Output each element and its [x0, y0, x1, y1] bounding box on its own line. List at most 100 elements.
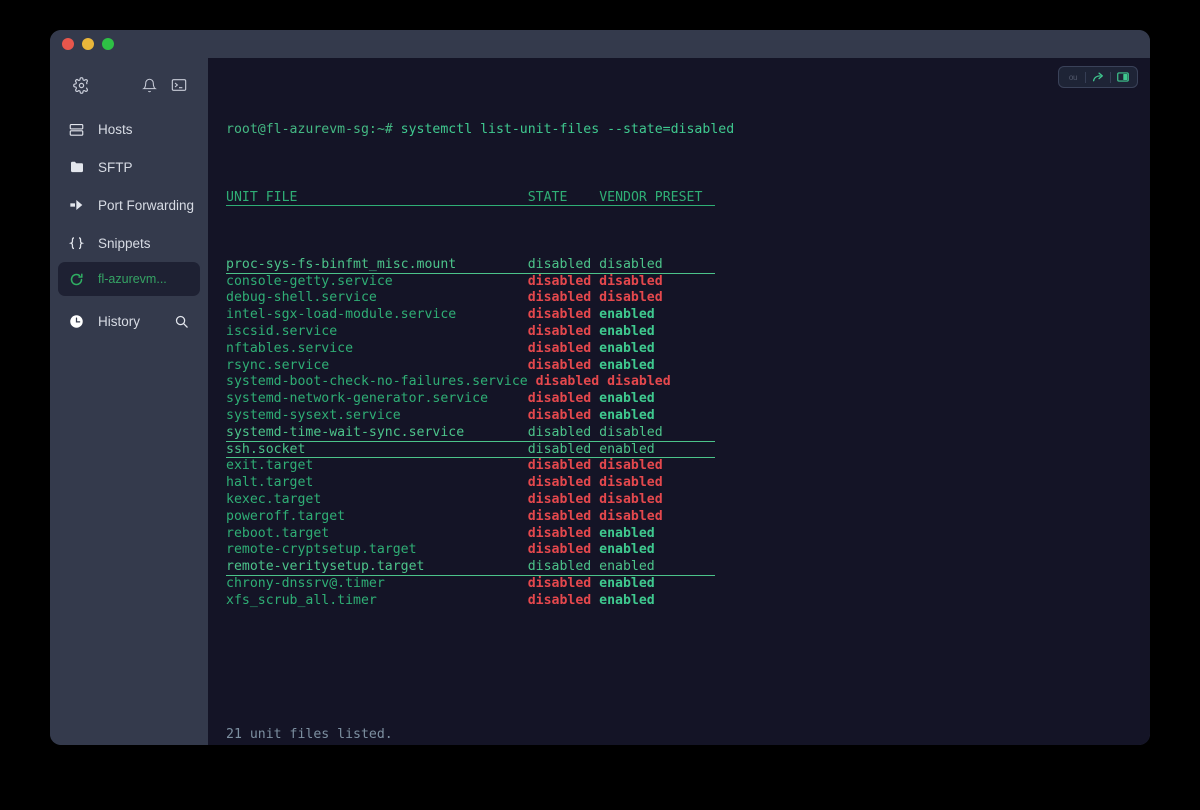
unit-file-name: systemd-time-wait-sync.service: [226, 424, 528, 440]
unit-file-row[interactable]: halt.target disabled disabled: [226, 475, 1150, 492]
unit-state: disabled: [527, 458, 600, 474]
sidebar-item-label: Port Forwarding: [98, 197, 195, 213]
unit-file-row[interactable]: chrony-dnssrv@.timer disabled enabled: [226, 576, 1150, 593]
unit-state: disabled: [527, 256, 600, 272]
terminal-output: root@fl-azurevm-sg:~# systemctl list-uni…: [226, 72, 1150, 745]
port-forward-arrow-icon: [68, 197, 85, 213]
share-arrow-icon[interactable]: [1088, 69, 1108, 86]
unit-file-row[interactable]: exit.target disabled disabled: [226, 458, 1150, 475]
minimize-window-button[interactable]: [82, 38, 94, 50]
unit-file-row[interactable]: rsync.service disabled enabled: [226, 358, 1150, 375]
unit-state: disabled: [527, 357, 600, 373]
unit-state: disabled: [527, 391, 600, 407]
shell-command: systemctl list-unit-files --state=disabl…: [392, 122, 735, 138]
unit-file-rows: proc-sys-fs-binfmt_misc.mount disabled d…: [226, 257, 1150, 610]
unit-file-row[interactable]: ssh.socket disabled enabled: [226, 442, 715, 459]
unit-file-row[interactable]: debug-shell.service disabled disabled: [226, 290, 1150, 307]
unit-state: disabled: [527, 340, 600, 356]
unit-state: disabled: [527, 475, 600, 491]
shell-prompt: root@fl-azurevm-sg:~#: [226, 122, 393, 138]
unit-state: disabled: [527, 592, 600, 608]
unit-file-name: kexec.target: [226, 491, 528, 507]
header-pad: [567, 190, 599, 205]
unit-state: disabled: [527, 491, 600, 507]
col-header-state: STATE: [527, 189, 568, 205]
toolbar-divider: [1085, 71, 1086, 83]
unit-file-row[interactable]: kexec.target disabled disabled: [226, 492, 1150, 509]
terminal-command-line: root@fl-azurevm-sg:~# systemctl list-uni…: [226, 122, 1150, 139]
unit-vendor-preset: disabled: [599, 256, 663, 272]
unit-state: disabled: [527, 273, 600, 289]
unit-file-name: exit.target: [226, 458, 528, 474]
unit-file-row[interactable]: systemd-time-wait-sync.service disabled …: [226, 425, 715, 442]
sidebar-item-active-session[interactable]: fl-azurevm...: [58, 262, 200, 296]
settings-gear-icon[interactable]: [70, 74, 92, 96]
folder-icon: [68, 159, 85, 175]
unit-vendor-preset: enabled: [599, 575, 655, 591]
sidebar-item-history[interactable]: History: [58, 302, 200, 340]
unit-file-row[interactable]: console-getty.service disabled disabled: [226, 274, 1150, 291]
server-rack-icon: [68, 122, 85, 137]
unit-file-row[interactable]: iscsid.service disabled enabled: [226, 324, 1150, 341]
unit-file-name: remote-veritysetup.target: [226, 559, 528, 575]
unit-file-row[interactable]: nftables.service disabled enabled: [226, 341, 1150, 358]
unit-file-row[interactable]: xfs_scrub_all.timer disabled enabled: [226, 593, 1150, 610]
terminal-pane[interactable]: ou root@fl-azurevm-sg:~# systemctl list-…: [208, 58, 1150, 745]
unit-state: disabled: [527, 307, 600, 323]
unit-file-name: proc-sys-fs-binfmt_misc.mount: [226, 256, 528, 272]
sidebar-item-label: History: [98, 313, 141, 329]
connection-refresh-icon: [68, 272, 85, 287]
stats-icon[interactable]: ou: [1063, 69, 1083, 86]
clock-icon: [68, 314, 85, 329]
unit-file-row[interactable]: proc-sys-fs-binfmt_misc.mount disabled d…: [226, 257, 715, 274]
unit-vendor-preset: enabled: [599, 407, 655, 423]
unit-file-name: reboot.target: [226, 525, 528, 541]
sidebar-item-hosts[interactable]: Hosts: [58, 110, 200, 148]
new-terminal-icon[interactable]: [168, 74, 190, 96]
unit-file-row[interactable]: systemd-sysext.service disabled enabled: [226, 408, 1150, 425]
split-pane-icon[interactable]: [1113, 69, 1133, 86]
unit-vendor-preset: enabled: [599, 357, 655, 373]
unit-file-name: iscsid.service: [226, 323, 528, 339]
sidebar-item-port-forwarding[interactable]: Port Forwarding: [58, 186, 200, 224]
maximize-window-button[interactable]: [102, 38, 114, 50]
unit-state: disabled: [527, 441, 600, 457]
unit-file-name: halt.target: [226, 475, 528, 491]
unit-state: disabled: [527, 424, 600, 440]
sidebar-item-sftp[interactable]: SFTP: [58, 148, 200, 186]
toolbar-divider: [1110, 71, 1111, 83]
unit-vendor-preset: enabled: [599, 441, 655, 457]
unit-file-name: intel-sgx-load-module.service: [226, 307, 528, 323]
unit-file-row[interactable]: systemd-network-generator.service disabl…: [226, 391, 1150, 408]
unit-state: disabled: [527, 290, 600, 306]
sidebar-nav-items: Hosts SFTP Port Forwarding Snippets fl-a…: [50, 110, 208, 340]
unit-vendor-preset: disabled: [599, 508, 663, 524]
unit-vendor-preset: disabled: [599, 475, 663, 491]
session-label: fl-azurevm...: [98, 272, 167, 286]
unit-state: disabled: [527, 407, 600, 423]
search-icon[interactable]: [172, 312, 190, 330]
sidebar-item-snippets[interactable]: Snippets: [58, 224, 200, 262]
notifications-bell-icon[interactable]: [138, 74, 160, 96]
unit-state: disabled: [527, 323, 600, 339]
unit-vendor-preset: enabled: [599, 307, 655, 323]
close-window-button[interactable]: [62, 38, 74, 50]
sidebar-top-toolbar: [50, 64, 208, 106]
window-traffic-lights: [62, 38, 114, 50]
unit-vendor-preset: enabled: [599, 525, 655, 541]
col-header-unit-file: UNIT FILE: [226, 189, 298, 205]
summary-line: 21 unit files listed.: [226, 727, 1150, 744]
unit-state: disabled: [527, 559, 600, 575]
unit-file-row[interactable]: remote-cryptsetup.target disabled enable…: [226, 542, 1150, 559]
unit-vendor-preset: disabled: [599, 273, 663, 289]
unit-state: disabled: [527, 542, 600, 558]
unit-file-row[interactable]: poweroff.target disabled disabled: [226, 509, 1150, 526]
unit-file-row[interactable]: remote-veritysetup.target disabled enabl…: [226, 559, 715, 576]
unit-vendor-preset: enabled: [599, 323, 655, 339]
unit-file-name: systemd-sysext.service: [226, 407, 528, 423]
unit-file-row[interactable]: reboot.target disabled enabled: [226, 526, 1150, 543]
header-pad: [297, 190, 527, 205]
unit-file-row[interactable]: systemd-boot-check-no-failures.service d…: [226, 374, 1150, 391]
unit-file-row[interactable]: intel-sgx-load-module.service disabled e…: [226, 307, 1150, 324]
